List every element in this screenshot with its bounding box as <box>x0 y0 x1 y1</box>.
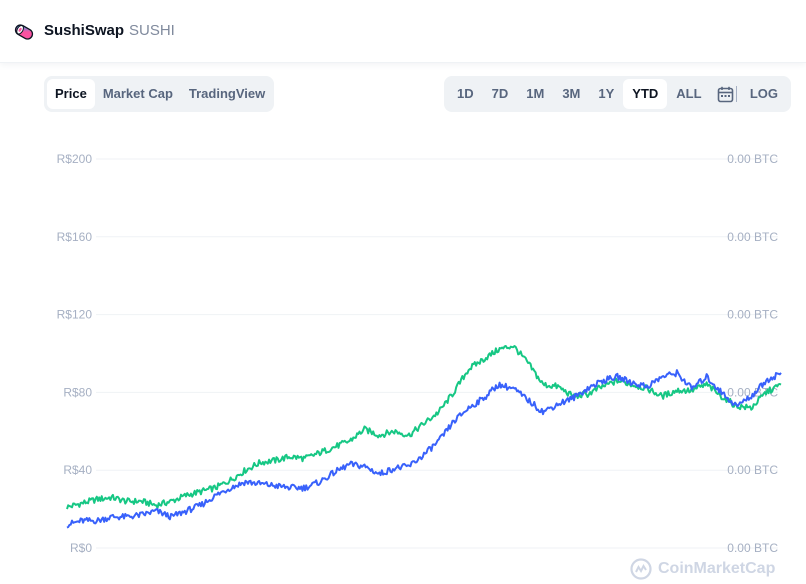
page-header: SushiSwap SUSHI <box>0 0 806 63</box>
series-line-green[interactable] <box>66 345 782 510</box>
y-tick-label-right: 0.00 BTC <box>727 541 778 555</box>
calendar-icon <box>717 86 734 102</box>
coin-name: SushiSwap <box>44 22 125 39</box>
y-axis-right: 0.00 BTC 0.00 BTC 0.00 BTC 0.00 BTC 0.00 BTC… <box>727 152 778 555</box>
range-tab-1d[interactable]: 1D <box>448 79 483 109</box>
y-tick-label-left: R$120 <box>57 308 93 322</box>
tab-price[interactable]: Price <box>47 79 95 109</box>
range-tab-1m[interactable]: 1M <box>517 79 553 109</box>
chart-grid <box>96 158 778 549</box>
y-tick-label-right: 0.00 BTC <box>727 308 778 322</box>
coin-symbol: SUSHI <box>129 22 175 39</box>
toolbar-divider <box>736 86 737 102</box>
watermark-text: CoinMarketCap <box>658 560 776 577</box>
chart-view-tabs: Price Market Cap TradingView <box>44 76 274 112</box>
y-tick-label-right: 0.00 BTC <box>727 463 778 477</box>
y-tick-label-right: 0.00 BTC <box>727 152 778 166</box>
y-axis-left: R$0 R$40 R$80 R$120 R$160 R$200 <box>57 152 93 555</box>
y-tick-label-left: R$0 <box>70 541 92 555</box>
coinmarketcap-watermark: CoinMarketCap <box>630 558 775 580</box>
y-tick-label-left: R$200 <box>57 152 93 166</box>
sushiswap-logo-icon <box>14 24 34 40</box>
range-tab-all[interactable]: ALL <box>667 79 710 109</box>
chart-series <box>66 345 782 529</box>
tab-tradingview[interactable]: TradingView <box>181 79 273 109</box>
price-chart[interactable]: R$0R$40R$80R$120R$160R$200 0.00 BTC0.00 … <box>0 130 806 570</box>
y-tick-label-left: R$40 <box>63 463 92 477</box>
y-tick-label-left: R$160 <box>57 230 93 244</box>
tab-market-cap[interactable]: Market Cap <box>95 79 181 109</box>
time-range-tabs: 1D 7D 1M 3M 1Y YTD ALL LOG <box>444 76 791 112</box>
coinmarketcap-logo-icon <box>630 558 652 580</box>
date-range-button[interactable] <box>717 79 735 109</box>
range-tab-1y[interactable]: 1Y <box>589 79 623 109</box>
log-scale-toggle[interactable]: LOG <box>741 79 787 109</box>
y-tick-label-right: 0.00 BTC <box>727 230 778 244</box>
range-tab-ytd[interactable]: YTD <box>623 79 668 109</box>
range-tab-3m[interactable]: 3M <box>553 79 589 109</box>
range-tab-7d[interactable]: 7D <box>483 79 518 109</box>
y-tick-label-left: R$80 <box>63 385 92 399</box>
